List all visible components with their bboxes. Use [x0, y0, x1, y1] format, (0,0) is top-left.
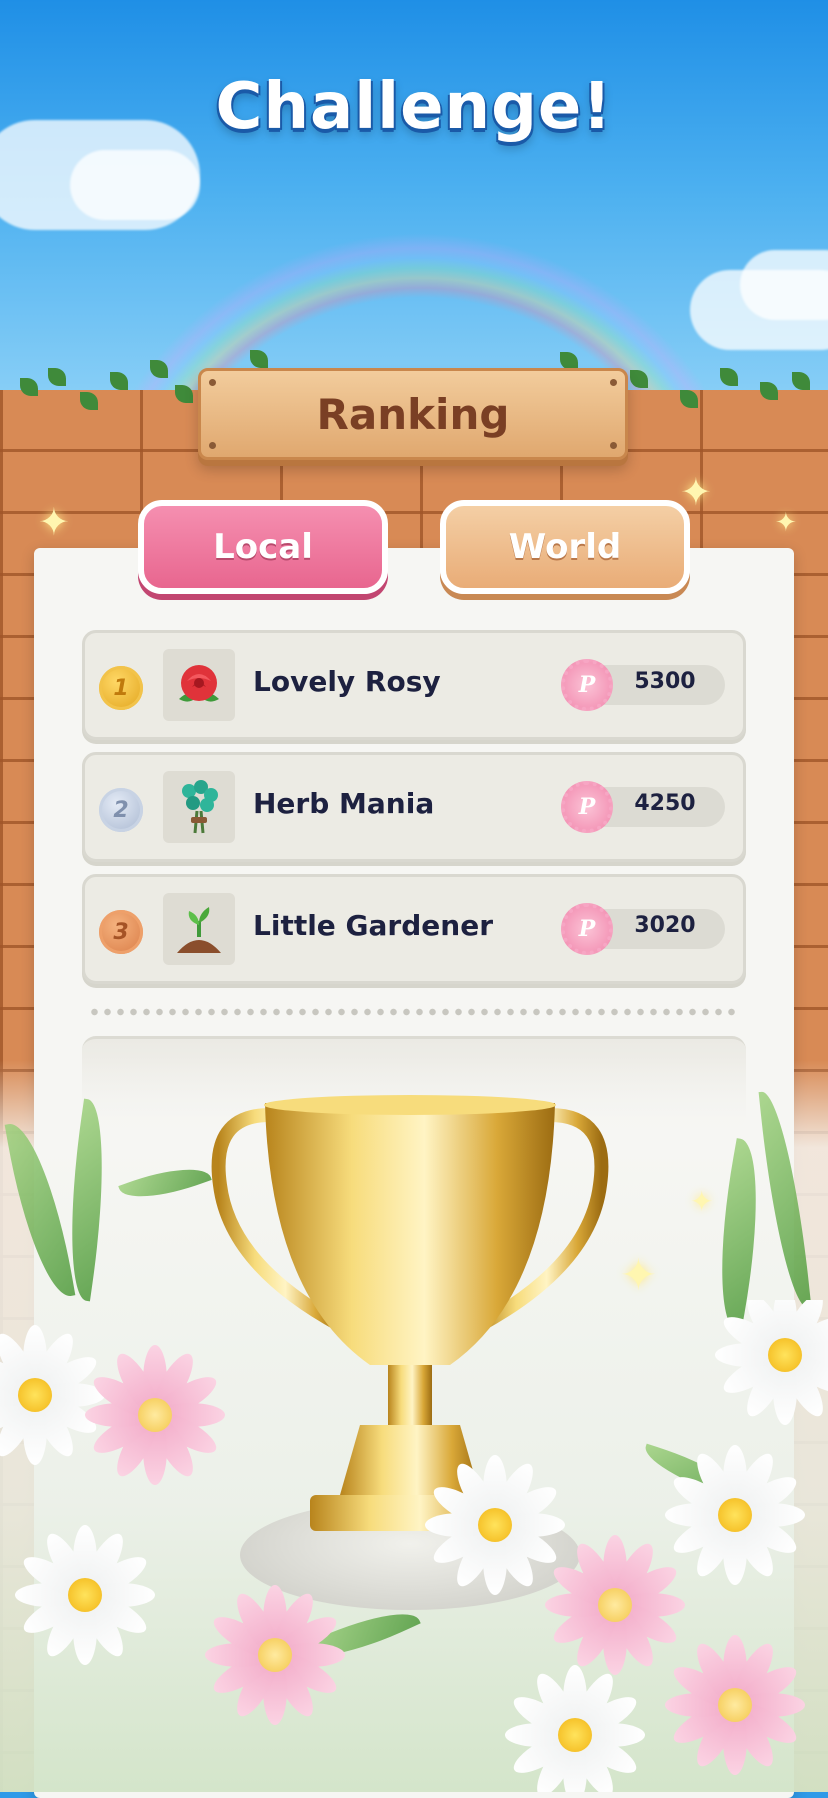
flower-center [258, 1638, 292, 1672]
sky-background [0, 0, 828, 420]
sparkle-icon: ✦ [690, 1185, 714, 1218]
daisy-flower [10, 1520, 160, 1670]
player-score: 3020 [634, 913, 696, 938]
gold-medal-icon: 1 [99, 666, 143, 710]
vine-leaf [250, 350, 268, 368]
nail [610, 379, 617, 386]
ranking-row[interactable]: 2 Herb Mania P 4250 [82, 752, 746, 862]
pink-flower [660, 1630, 810, 1780]
tab-world[interactable]: World [440, 500, 690, 594]
player-score: 4250 [634, 791, 696, 816]
flower-center [558, 1718, 592, 1752]
player-score: 5300 [634, 669, 696, 694]
flower-center [718, 1688, 752, 1722]
ranking-sign: Ranking [198, 368, 628, 460]
sparkle-icon: ✦ [775, 508, 797, 538]
ranking-row[interactable]: 1 Lovely Rosy P 5300 [82, 630, 746, 740]
pink-flower [200, 1580, 350, 1730]
sprout-icon [163, 893, 235, 965]
vine-leaf [20, 378, 38, 396]
vine-leaf [175, 385, 193, 403]
bronze-medal-icon: 3 [99, 910, 143, 954]
points-badge-icon: P [561, 781, 613, 833]
vine-leaf [680, 390, 698, 408]
player-name: Lovely Rosy [253, 665, 441, 698]
cloud [740, 250, 828, 320]
page-title: Challenge! [215, 70, 613, 144]
cloud [70, 150, 200, 220]
flower-center [768, 1338, 802, 1372]
sparkle-icon: ✦ [38, 500, 70, 544]
dotted-divider [88, 1008, 740, 1016]
tab-local[interactable]: Local [138, 500, 388, 594]
vine-leaf [48, 368, 66, 386]
vine-leaf [720, 368, 738, 386]
sparkle-icon: ✦ [680, 470, 712, 514]
rose-icon [163, 649, 235, 721]
nail [209, 442, 216, 449]
front-flowers [0, 1300, 828, 1792]
daisy-flower [710, 1300, 828, 1430]
points-badge-icon: P [561, 903, 613, 955]
pink-flower [80, 1340, 230, 1490]
vine-leaf [760, 382, 778, 400]
sparkle-icon: ✦ [620, 1250, 657, 1301]
vine-leaf [80, 392, 98, 410]
player-name: Herb Mania [253, 787, 435, 820]
sign-label: Ranking [316, 389, 510, 439]
flower-center [478, 1508, 512, 1542]
flower-center [598, 1588, 632, 1622]
flower-center [18, 1378, 52, 1412]
points-badge-icon: P [561, 659, 613, 711]
herb-icon [163, 771, 235, 843]
flower-center [68, 1578, 102, 1612]
vine-leaf [792, 372, 810, 390]
flower-center [718, 1498, 752, 1532]
silver-medal-icon: 2 [99, 788, 143, 832]
nail [610, 442, 617, 449]
daisy-flower [500, 1660, 650, 1792]
player-name: Little Gardener [253, 909, 493, 942]
vine-leaf [630, 370, 648, 388]
vine-leaf [150, 360, 168, 378]
nail [209, 379, 216, 386]
flower-center [138, 1398, 172, 1432]
ranking-row[interactable]: 3 Little Gardener P 3020 [82, 874, 746, 984]
daisy-flower [660, 1440, 810, 1590]
vine-leaf [110, 372, 128, 390]
